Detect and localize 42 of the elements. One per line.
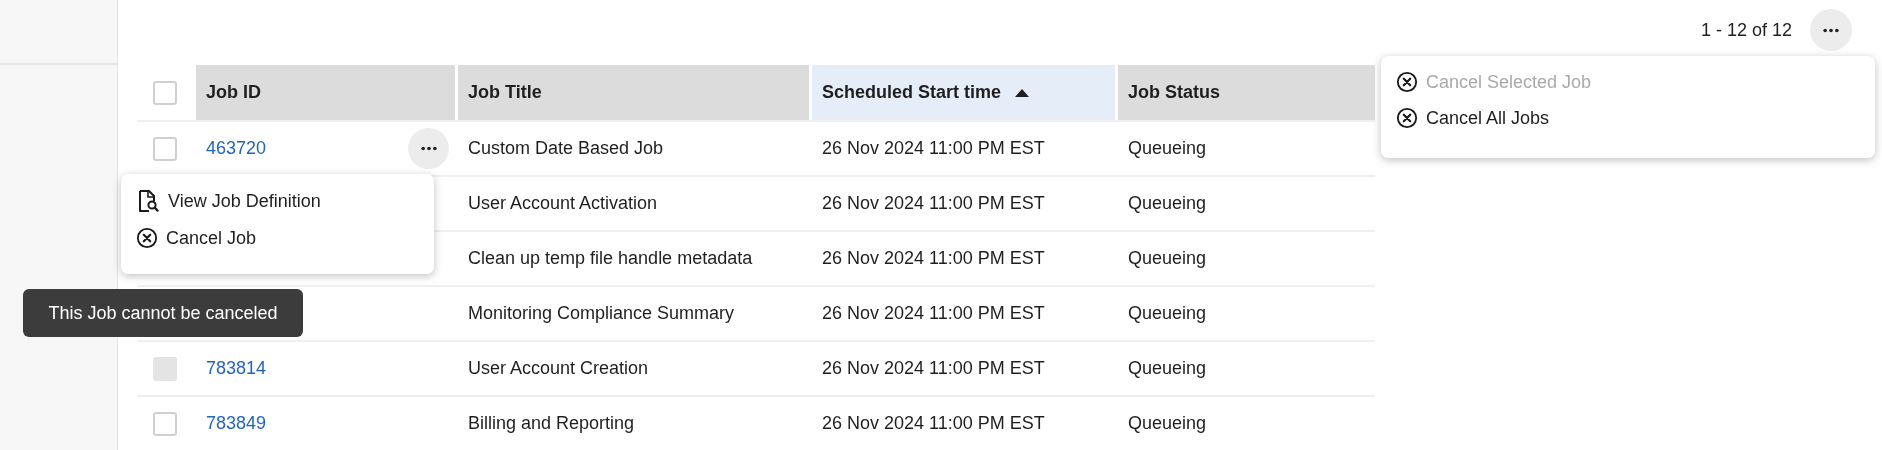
start-time: 26 Nov 2024 11:00 PM EST bbox=[822, 303, 1045, 324]
job-title: User Account Creation bbox=[468, 358, 649, 379]
job-status: Queueing bbox=[1128, 138, 1207, 159]
cancel-icon bbox=[1396, 71, 1418, 93]
sort-ascending-icon bbox=[1015, 88, 1030, 97]
job-id-link[interactable]: 783849 bbox=[206, 413, 267, 434]
menu-item[interactable]: View Job Definition bbox=[121, 182, 434, 220]
job-status: Queueing bbox=[1128, 358, 1207, 379]
tooltip: This Job cannot be canceled bbox=[23, 289, 303, 337]
more-button[interactable] bbox=[1810, 9, 1852, 51]
menu-item[interactable]: Cancel Job bbox=[121, 220, 434, 256]
cancel-icon bbox=[1396, 107, 1418, 129]
checkbox[interactable] bbox=[153, 136, 177, 161]
document-search-icon bbox=[136, 189, 160, 213]
column-header[interactable]: Scheduled Start time bbox=[809, 65, 1115, 120]
checkbox[interactable] bbox=[153, 411, 177, 436]
ellipsis-icon bbox=[419, 146, 438, 151]
job-title: Monitoring Compliance Summary bbox=[468, 303, 735, 324]
column-header[interactable]: Job Status bbox=[1115, 65, 1375, 120]
column-header[interactable]: Job ID bbox=[193, 65, 455, 120]
start-time: 26 Nov 2024 11:00 PM EST bbox=[822, 193, 1045, 214]
column-header[interactable]: Job Title bbox=[455, 65, 809, 120]
job-title: Custom Date Based Job bbox=[468, 138, 664, 159]
start-time: 26 Nov 2024 11:00 PM EST bbox=[822, 413, 1045, 434]
job-id-link[interactable]: 783814 bbox=[206, 358, 267, 379]
job-status: Queueing bbox=[1128, 303, 1207, 324]
job-status: Queueing bbox=[1128, 193, 1207, 214]
checkbox[interactable] bbox=[153, 80, 177, 105]
start-time: 26 Nov 2024 11:00 PM EST bbox=[822, 138, 1045, 159]
job-title: User Account Activation bbox=[468, 193, 658, 214]
pagination-range: 1 - 12 of 12 bbox=[1700, 19, 1792, 42]
job-id-link[interactable]: 463720 bbox=[206, 138, 267, 159]
job-title: Billing and Reporting bbox=[468, 413, 635, 434]
row-more-button[interactable] bbox=[408, 128, 449, 169]
cancel-icon bbox=[136, 227, 158, 249]
job-status: Queueing bbox=[1128, 248, 1207, 269]
ellipsis-icon bbox=[1822, 27, 1840, 33]
start-time: 26 Nov 2024 11:00 PM EST bbox=[822, 248, 1045, 269]
job-title: Clean up temp file handle metadata bbox=[468, 248, 753, 269]
job-status: Queueing bbox=[1128, 413, 1207, 434]
start-time: 26 Nov 2024 11:00 PM EST bbox=[822, 358, 1045, 379]
menu-item[interactable]: Cancel All Jobs bbox=[1381, 100, 1875, 136]
